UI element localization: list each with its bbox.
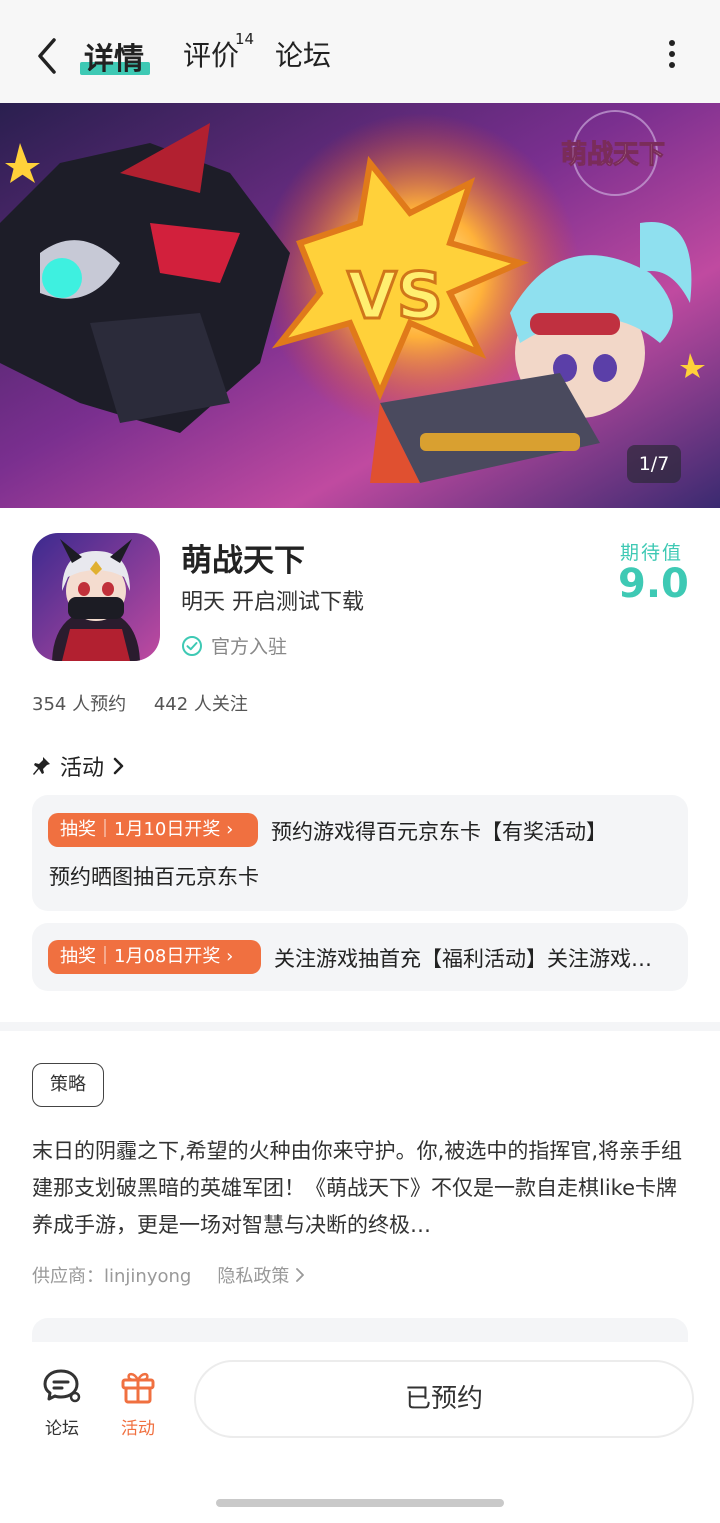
reserved-button[interactable]: 已预约 <box>194 1360 694 1438</box>
bottom-nav-forum-label: 论坛 <box>45 1419 79 1439</box>
banner-logo-text: 萌战天下 <box>561 140 665 170</box>
activity-title: 关注游戏抽首充【福利活动】关注游戏抽首充 <box>274 947 654 971</box>
chat-bubble-icon <box>43 1369 81 1403</box>
carousel-page-counter: 1/7 <box>627 445 681 483</box>
pin-icon <box>33 757 50 775</box>
verified-badge: 官方入驻 <box>181 632 287 659</box>
follower-count: 442 人关注 <box>153 694 248 715</box>
activity-card[interactable]: 抽奖｜1月10日开奖 › 预约游戏得百元京东卡【有奖活动】 预约晒图抽百元京东卡 <box>32 795 688 911</box>
chevron-right-icon <box>113 757 124 775</box>
app-icon <box>32 533 160 661</box>
tab-details[interactable]: 详情 <box>84 34 144 78</box>
expectation-score: 9.0 <box>618 561 689 607</box>
verified-label: 官方入驻 <box>211 636 288 658</box>
privacy-policy-link[interactable]: 隐私政策 <box>217 1262 305 1288</box>
bottom-nav-forum[interactable]: 论坛 <box>32 1366 92 1439</box>
banner-artwork: VS 萌战天下 <box>0 103 720 508</box>
activity-description: 预约晒图抽百元京东卡 <box>49 865 259 889</box>
banner-vs-text: VS <box>347 260 443 334</box>
screenshot-carousel[interactable]: VS 萌战天下 1/7 <box>0 103 720 508</box>
activity-title: 预约游戏得百元京东卡【有奖活动】 <box>271 820 607 844</box>
tab-reviews[interactable]: 评价 <box>183 34 239 74</box>
home-indicator[interactable] <box>216 1499 504 1507</box>
bottom-nav-activity-label: 活动 <box>121 1419 155 1439</box>
reservation-count: 354 人预约 <box>32 694 127 715</box>
reviews-count-badge: 14 <box>235 30 255 48</box>
release-status: 明天 开启测试下载 <box>181 590 364 615</box>
supplier-row: 供应商：linjinyong 隐私政策 <box>32 1262 305 1288</box>
section-divider <box>0 1022 720 1031</box>
app-stats: 354 人预约 442 人关注 <box>32 690 270 716</box>
more-options-icon[interactable] <box>660 40 684 70</box>
game-detail-page: 详情 评价 14 论坛 VS 萌战天下 1/7 萌战天下 明天 开启测试下载 官… <box>0 0 720 1523</box>
genre-tag[interactable]: 策略 <box>32 1063 104 1107</box>
lottery-badge: 抽奖｜1月10日开奖 › <box>48 813 258 847</box>
game-description[interactable]: 末日的阴霾之下,希望的火种由你来守护。你,被选中的指挥官,将亲手组建那支划破黑暗… <box>32 1133 692 1244</box>
lottery-badge: 抽奖｜1月08日开奖 › <box>48 940 261 974</box>
app-name: 萌战天下 <box>181 543 305 579</box>
top-bar: 详情 评价 14 论坛 <box>0 0 720 103</box>
verified-check-icon <box>182 635 202 656</box>
bottom-nav-activity[interactable]: 活动 <box>108 1366 168 1439</box>
tab-forum[interactable]: 论坛 <box>275 34 331 74</box>
supplier-label: 供应商：linjinyong <box>32 1266 192 1287</box>
chevron-right-icon <box>296 1268 305 1282</box>
privacy-policy-label: 隐私政策 <box>217 1266 290 1287</box>
gift-icon <box>121 1372 155 1404</box>
activity-section-header[interactable]: 活动 <box>32 750 126 782</box>
activity-section-title: 活动 <box>60 756 105 781</box>
activity-card[interactable]: 抽奖｜1月08日开奖 › 关注游戏抽首充【福利活动】关注游戏抽首充 <box>32 923 688 991</box>
back-icon[interactable] <box>30 36 64 76</box>
